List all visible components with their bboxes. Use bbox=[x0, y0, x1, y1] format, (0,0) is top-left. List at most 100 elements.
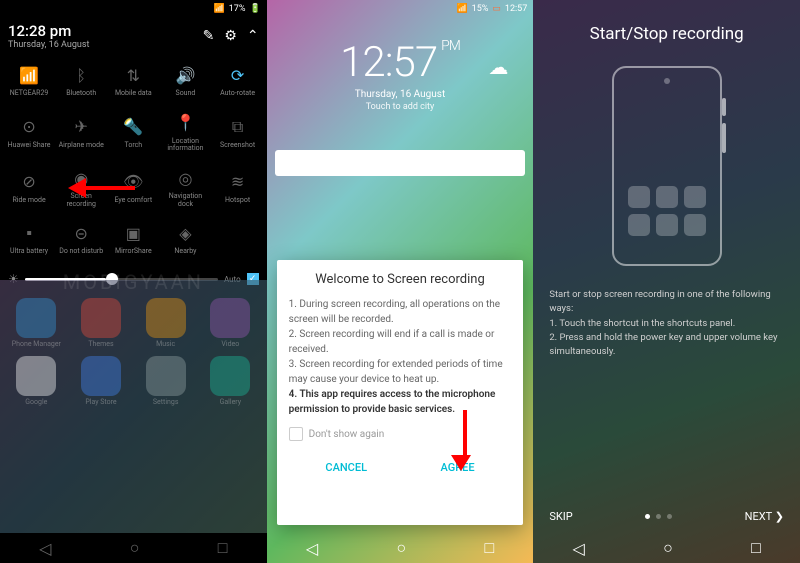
clock-pm: PM bbox=[441, 38, 460, 54]
header-time: 12:28 pm bbox=[8, 22, 89, 40]
qs-tile-dnd[interactable]: ⊝ Do not disturb bbox=[56, 216, 106, 262]
qs-tile-share[interactable]: ⊙Huawei Share bbox=[4, 106, 54, 159]
chevron-up-icon[interactable]: ⌃ bbox=[247, 28, 259, 44]
wifi-icon: 📶 bbox=[18, 64, 40, 86]
qs-header: 12:28 pm Thursday, 16 August ✎ ⚙ ⌃ bbox=[0, 18, 267, 54]
battery-percent: 15% bbox=[472, 4, 489, 14]
recent-icon[interactable]: □ bbox=[484, 538, 494, 558]
qs-tile-mirror[interactable]: ▣ MirrorShare bbox=[108, 216, 158, 262]
qs-tile-nearby[interactable]: ◈Nearby bbox=[160, 216, 210, 262]
app-icon[interactable]: Themes bbox=[73, 298, 130, 348]
qs-label: Huawei Share bbox=[8, 142, 51, 150]
dialog-line-1: 1. During screen recording, all operatio… bbox=[289, 297, 512, 327]
home-icon[interactable]: ○ bbox=[130, 538, 140, 558]
qs-label: Navigation dock bbox=[162, 193, 208, 208]
wifi-icon: 📶 bbox=[456, 4, 467, 14]
app-icon[interactable]: Music bbox=[137, 298, 194, 348]
qs-tile-bluetooth[interactable]: ᛒ Bluetooth bbox=[56, 58, 106, 104]
recent-icon[interactable]: □ bbox=[751, 538, 761, 558]
qs-tile-wifi[interactable]: 📶 NETGEAR29 bbox=[4, 58, 54, 104]
location-icon: 📍 bbox=[174, 112, 196, 134]
app-icon[interactable]: Settings bbox=[137, 356, 194, 406]
qs-label: Mobile data bbox=[115, 90, 152, 98]
battery-icon: ▭ bbox=[492, 4, 501, 14]
home-icon[interactable]: ○ bbox=[396, 538, 406, 558]
tutorial-intro: Start or stop screen recording in one of… bbox=[549, 288, 784, 317]
status-bar: 📶 17% 🔋 bbox=[0, 0, 267, 18]
qs-label: Nearby bbox=[174, 248, 196, 256]
dialog-line-2: 2. Screen recording will end if a call i… bbox=[289, 327, 512, 357]
home-icon[interactable]: ○ bbox=[663, 538, 673, 558]
tutorial-panel: Start/Stop recording Start or stop scree… bbox=[533, 0, 800, 563]
gear-icon[interactable]: ⚙ bbox=[224, 28, 237, 44]
qs-label: Bluetooth bbox=[66, 90, 96, 98]
back-icon[interactable]: ◁ bbox=[572, 539, 584, 558]
qs-label: Torch bbox=[124, 142, 142, 150]
dont-show-checkbox-row[interactable]: Don't show again bbox=[289, 427, 512, 441]
dnd-icon: ⊝ bbox=[70, 222, 92, 244]
battery-icon: ▪ bbox=[18, 222, 40, 244]
battery-icon: 🔋 bbox=[249, 4, 260, 14]
screenshot-icon: ⧉ bbox=[227, 116, 249, 138]
tutorial-arrow-line bbox=[85, 186, 135, 190]
battery-percent: 17% bbox=[229, 4, 246, 14]
screen-recording-dialog: Welcome to Screen recording 1. During sc… bbox=[277, 260, 524, 525]
app-icon[interactable]: Video bbox=[202, 298, 259, 348]
back-icon[interactable]: ◁ bbox=[306, 539, 318, 558]
qs-label: NETGEAR29 bbox=[10, 90, 49, 98]
status-time: 12:57 bbox=[505, 4, 527, 14]
data-icon: ⇅ bbox=[122, 64, 144, 86]
skip-button[interactable]: SKIP bbox=[549, 510, 572, 523]
dialog-line-3: 3. Screen recording for extended periods… bbox=[289, 357, 512, 387]
qs-tile-battery[interactable]: ▪ Ultra battery bbox=[4, 216, 54, 262]
tutorial-arrow-icon bbox=[68, 178, 86, 198]
qs-label: Ultra battery bbox=[10, 248, 48, 256]
app-icon[interactable]: Gallery bbox=[202, 356, 259, 406]
qs-tile-airplane[interactable]: ✈ Airplane mode bbox=[56, 106, 106, 159]
qs-label: Eye comfort bbox=[114, 197, 152, 205]
qs-tile-location[interactable]: 📍 Location information bbox=[160, 106, 210, 159]
qs-tile-navdock[interactable]: ◎Navigation dock bbox=[160, 161, 210, 214]
dont-show-label: Don't show again bbox=[309, 429, 385, 440]
status-bar: 📶 15% ▭ 12:57 bbox=[267, 0, 534, 18]
quick-settings-grid: 📶 NETGEAR29 ᛒ Bluetooth ⇅ Mobile data 🔊 Sound ⟳A… bbox=[0, 54, 267, 266]
volume-button-illustration bbox=[722, 98, 726, 116]
qs-tile-rotate[interactable]: ⟳Auto-rotate bbox=[213, 58, 263, 104]
qs-tile-sound[interactable]: 🔊 Sound bbox=[160, 58, 210, 104]
add-city-button[interactable]: Touch to add city bbox=[267, 102, 534, 112]
qs-label: Sound bbox=[176, 90, 196, 98]
sound-icon: 🔊 bbox=[174, 64, 196, 86]
edit-icon[interactable]: ✎ bbox=[203, 28, 215, 44]
qs-tile-torch[interactable]: 🔦Torch bbox=[108, 106, 158, 159]
google-search-bar[interactable] bbox=[275, 150, 526, 176]
qs-tile-data[interactable]: ⇅ Mobile data bbox=[108, 58, 158, 104]
weather-icon[interactable]: ☁ bbox=[488, 55, 508, 79]
checkbox-icon[interactable] bbox=[289, 427, 303, 441]
back-icon[interactable]: ◁ bbox=[39, 539, 51, 558]
airplane-icon: ✈ bbox=[70, 116, 92, 138]
qs-label: Hotspot bbox=[225, 197, 250, 205]
app-icon[interactable]: Phone Manager bbox=[8, 298, 65, 348]
next-button[interactable]: NEXT ❯ bbox=[745, 510, 784, 523]
cancel-button[interactable]: CANCEL bbox=[305, 455, 387, 480]
qs-tile-screenshot[interactable]: ⧉ Screenshot bbox=[213, 106, 263, 159]
qs-label: Location information bbox=[162, 138, 208, 153]
qs-tile-ride[interactable]: ⊘Ride mode bbox=[4, 161, 54, 214]
qs-label: Screenshot bbox=[220, 142, 255, 150]
qs-label: Do not disturb bbox=[59, 248, 103, 256]
tutorial-step-2: 2. Press and hold the power key and uppe… bbox=[549, 331, 784, 360]
tutorial-text: Start or stop screen recording in one of… bbox=[533, 274, 800, 359]
qs-label: Airplane mode bbox=[59, 142, 104, 150]
hotspot-icon: ≋ bbox=[227, 171, 249, 193]
dialog-body: 1. During screen recording, all operatio… bbox=[289, 297, 512, 417]
qs-label: Auto-rotate bbox=[220, 90, 255, 98]
tutorial-title: Start/Stop recording bbox=[533, 0, 800, 58]
app-icon[interactable]: Play Store bbox=[73, 356, 130, 406]
qs-tile-hotspot[interactable]: ≋ Hotspot bbox=[213, 161, 263, 214]
recent-icon[interactable]: □ bbox=[218, 538, 228, 558]
app-icon[interactable]: Google bbox=[8, 356, 65, 406]
mirror-icon: ▣ bbox=[122, 222, 144, 244]
qs-label: MirrorShare bbox=[115, 248, 152, 256]
bluetooth-icon: ᛒ bbox=[70, 64, 92, 86]
header-date: Thursday, 16 August bbox=[8, 40, 89, 50]
